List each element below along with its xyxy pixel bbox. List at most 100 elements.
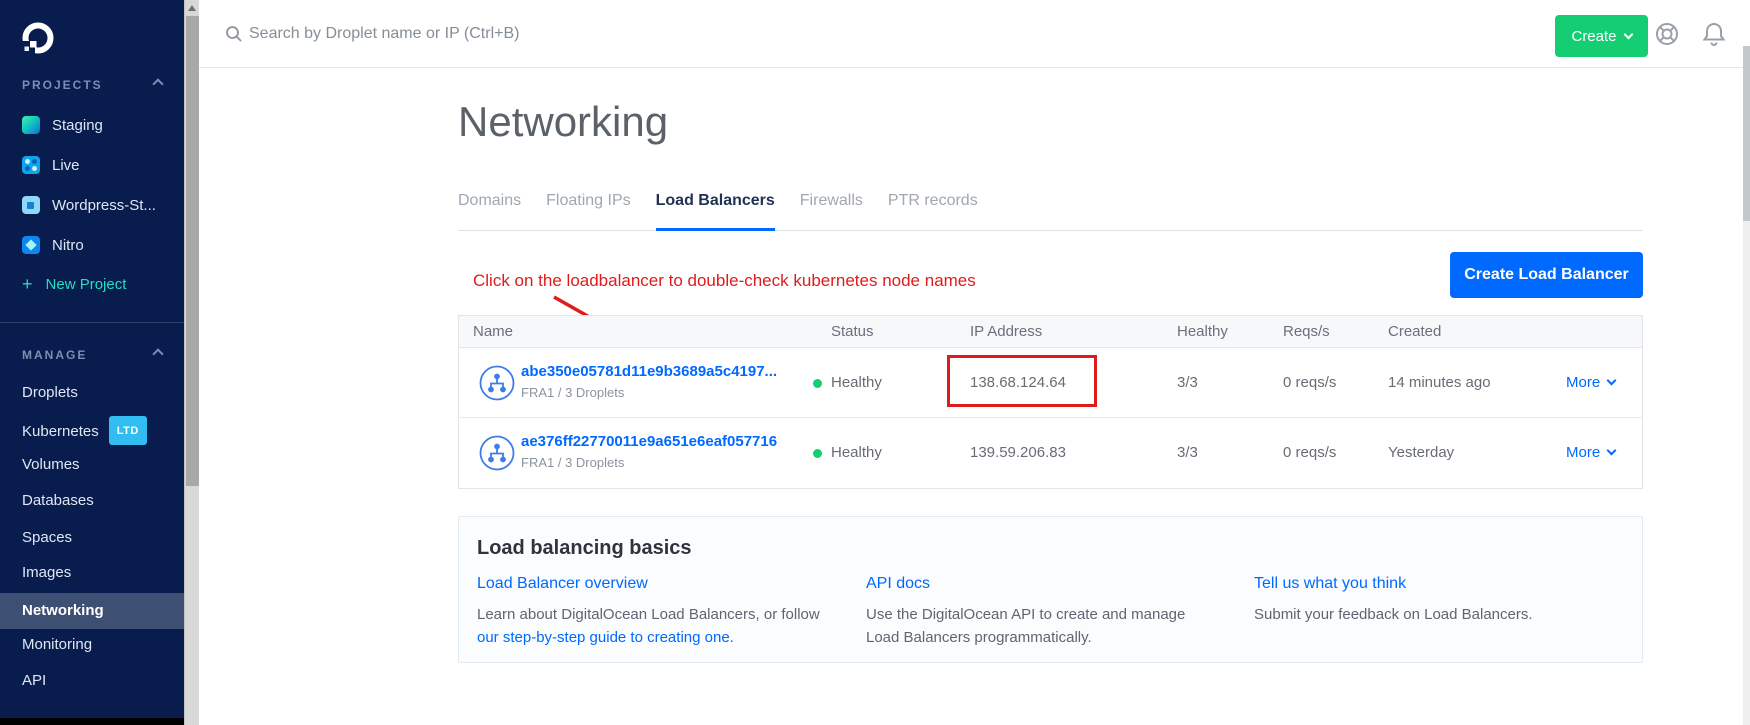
create-button-label: Create	[1571, 28, 1616, 45]
projects-collapse-icon[interactable]	[152, 78, 163, 89]
sidebar-scrollbar-thumb[interactable]	[186, 16, 199, 486]
tab-floating-ips[interactable]: Floating IPs	[546, 186, 630, 230]
created-value: 14 minutes ago	[1388, 374, 1491, 391]
sidebar-item-live[interactable]: Live	[22, 156, 80, 174]
healthy-status-dot	[813, 449, 822, 458]
page-scrollbar[interactable]	[1743, 46, 1750, 725]
sidebar-item-staging[interactable]: Staging	[22, 116, 103, 134]
sidebar-scrollbar[interactable]	[184, 0, 199, 725]
notifications-bell-icon[interactable]	[1701, 20, 1727, 53]
requests-value: 0 reqs/s	[1283, 444, 1336, 461]
sidebar-item-wordpress[interactable]: Wordpress-St...	[22, 196, 156, 214]
step-by-step-guide-link[interactable]: our step-by-step guide to creating one.	[477, 629, 734, 646]
manage-collapse-icon[interactable]	[152, 348, 163, 359]
digitalocean-networking-page: PROJECTS Staging Live Wordpress-St... Ni…	[0, 0, 1750, 725]
table-row[interactable]: abe350e05781d11e9b3689a5c4197... FRA1 / …	[459, 348, 1642, 418]
scroll-up-arrow-icon[interactable]	[188, 5, 196, 11]
sidebar-item-volumes[interactable]: Volumes	[22, 453, 80, 477]
basics-col1-body: Learn about DigitalOcean Load Balancers,…	[477, 606, 820, 623]
more-label: More	[1566, 374, 1600, 391]
page-scrollbar-thumb[interactable]	[1743, 46, 1750, 221]
ip-address-value: 139.59.206.83	[970, 444, 1066, 461]
sidebar-item-nitro[interactable]: Nitro	[22, 236, 84, 254]
new-project-label: New Project	[46, 276, 127, 293]
table-header-row: Name Status IP Address Healthy Reqs/s Cr…	[459, 316, 1642, 348]
tab-domains[interactable]: Domains	[458, 186, 521, 230]
sidebar-item-spaces[interactable]: Spaces	[22, 526, 72, 550]
table-row[interactable]: ae376ff22770011e9a651e6eaf057716 FRA1 / …	[459, 418, 1642, 488]
digitalocean-logo-icon[interactable]	[20, 20, 56, 56]
chevron-down-icon	[1623, 29, 1633, 39]
sidebar-item-databases[interactable]: Databases	[22, 489, 94, 513]
ltd-badge: LTD	[109, 416, 147, 445]
sidebar-item-monitoring[interactable]: Monitoring	[22, 633, 92, 657]
more-menu-button[interactable]: More	[1566, 374, 1615, 391]
create-load-balancer-button[interactable]: Create Load Balancer	[1450, 252, 1643, 298]
project-label: Nitro	[52, 237, 84, 254]
status-value: Healthy	[831, 444, 882, 461]
page-title: Networking	[458, 98, 668, 146]
new-project-button[interactable]: + New Project	[22, 274, 126, 295]
sidebar-bottom-strip	[0, 718, 184, 725]
plus-icon: +	[22, 274, 33, 295]
help-icon[interactable]	[1653, 20, 1681, 53]
healthy-count-value: 3/3	[1177, 444, 1198, 461]
tabs-bar: Domains Floating IPs Load Balancers Fire…	[458, 186, 1643, 231]
load-balancer-name-link[interactable]: ae376ff22770011e9a651e6eaf057716	[521, 433, 777, 450]
basics-col2-text: Use the DigitalOcean API to create and m…	[866, 603, 1191, 649]
sidebar-item-images[interactable]: Images	[22, 561, 71, 585]
basics-col3-text: Submit your feedback on Load Balancers.	[1254, 603, 1594, 626]
ip-address-value: 138.68.124.64	[970, 374, 1066, 391]
column-header-status: Status	[831, 323, 874, 340]
column-header-created: Created	[1388, 323, 1441, 340]
live-project-icon	[22, 156, 40, 174]
load-balancer-icon	[479, 365, 515, 406]
project-label: Live	[52, 157, 80, 174]
annotation-text: Click on the loadbalancer to double-chec…	[473, 271, 976, 291]
sidebar-item-networking[interactable]: Networking	[0, 593, 184, 629]
column-header-healthy: Healthy	[1177, 323, 1228, 340]
feedback-link[interactable]: Tell us what you think	[1254, 575, 1594, 593]
search-input[interactable]	[249, 17, 809, 51]
chevron-down-icon	[1607, 446, 1617, 456]
api-docs-link[interactable]: API docs	[866, 575, 1191, 593]
wordpress-project-icon	[22, 196, 40, 214]
created-value: Yesterday	[1388, 444, 1454, 461]
networking-label: Networking	[22, 593, 104, 629]
sidebar-item-api[interactable]: API	[22, 669, 46, 693]
sidebar-item-droplets[interactable]: Droplets	[22, 381, 78, 405]
staging-project-icon	[22, 116, 40, 134]
column-header-ip: IP Address	[970, 323, 1042, 340]
tab-ptr-records[interactable]: PTR records	[888, 186, 978, 230]
load-balancer-meta: FRA1 / 3 Droplets	[521, 385, 624, 400]
kubernetes-label: Kubernetes	[22, 423, 99, 440]
chevron-down-icon	[1607, 376, 1617, 386]
column-header-name: Name	[473, 323, 513, 340]
healthy-status-dot	[813, 379, 822, 388]
more-menu-button[interactable]: More	[1566, 444, 1615, 461]
nitro-project-icon	[22, 236, 40, 254]
load-balancer-icon	[479, 435, 515, 476]
load-balancer-overview-link[interactable]: Load Balancer overview	[477, 575, 822, 593]
basics-col1-text: Learn about DigitalOcean Load Balancers,…	[477, 603, 822, 649]
column-header-reqs: Reqs/s	[1283, 323, 1330, 340]
healthy-count-value: 3/3	[1177, 374, 1198, 391]
tab-firewalls[interactable]: Firewalls	[800, 186, 863, 230]
search-icon	[225, 25, 243, 48]
basics-title: Load balancing basics	[477, 537, 692, 560]
load-balancing-basics-panel: Load balancing basics Load Balancer over…	[458, 516, 1643, 663]
load-balancer-table: Name Status IP Address Healthy Reqs/s Cr…	[458, 315, 1643, 489]
requests-value: 0 reqs/s	[1283, 374, 1336, 391]
project-label: Staging	[52, 117, 103, 134]
manage-section-header: MANAGE	[22, 348, 87, 362]
tab-load-balancers[interactable]: Load Balancers	[656, 186, 775, 231]
sidebar: PROJECTS Staging Live Wordpress-St... Ni…	[0, 0, 184, 725]
sidebar-item-kubernetes[interactable]: KubernetesLTD	[22, 416, 147, 440]
project-label: Wordpress-St...	[52, 197, 156, 214]
projects-section-header: PROJECTS	[22, 78, 103, 92]
load-balancer-name-link[interactable]: abe350e05781d11e9b3689a5c4197...	[521, 363, 777, 380]
topbar: Create	[199, 0, 1750, 68]
load-balancer-meta: FRA1 / 3 Droplets	[521, 455, 624, 470]
more-label: More	[1566, 444, 1600, 461]
create-button[interactable]: Create	[1555, 15, 1648, 57]
